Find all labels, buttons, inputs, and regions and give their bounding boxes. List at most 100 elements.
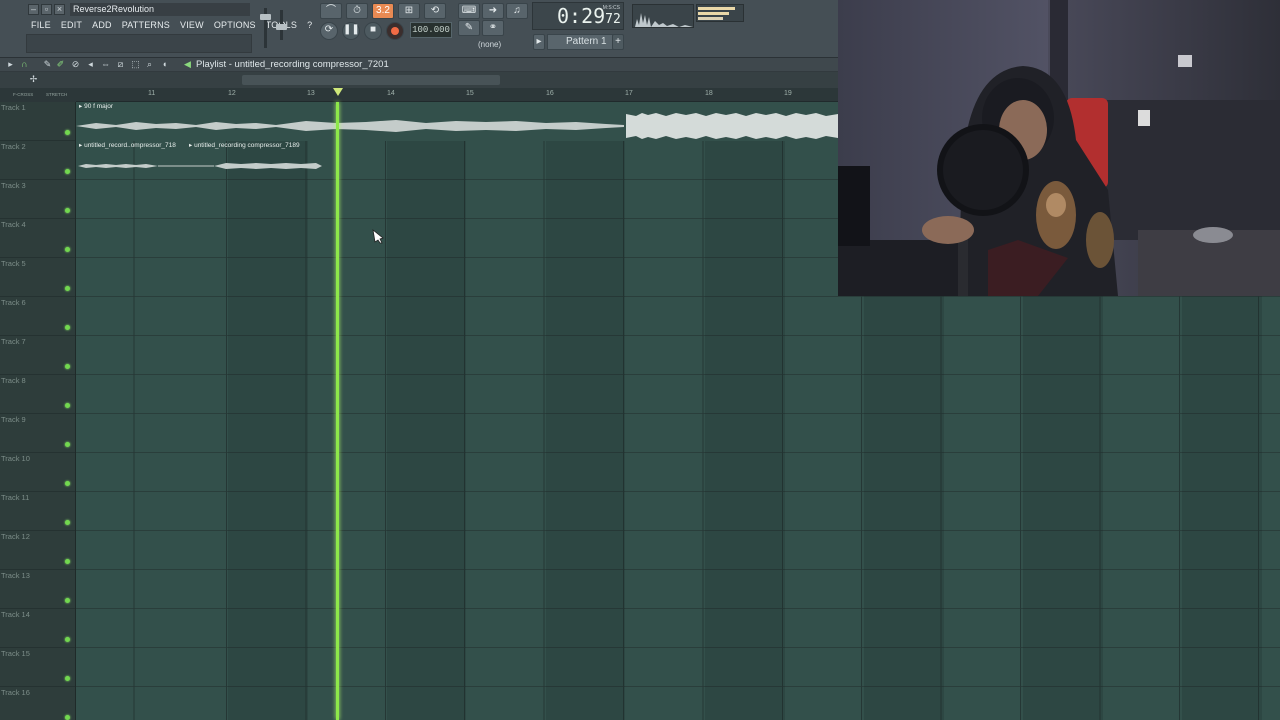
- link-icon[interactable]: ⚭: [482, 20, 504, 36]
- draw-tool-icon[interactable]: ✎: [42, 59, 53, 70]
- track-enable-led-icon[interactable]: [65, 208, 70, 213]
- playlist-arrow-icon[interactable]: ◀: [182, 59, 193, 70]
- track-header[interactable]: Track 15: [0, 648, 75, 687]
- time-unit-label: M:S:CS: [602, 5, 620, 11]
- tempo-display[interactable]: 100.000: [410, 22, 452, 38]
- typing-keyboard-icon[interactable]: ⌨: [458, 3, 480, 19]
- master-pitch-slider[interactable]: [276, 10, 287, 40]
- track-header[interactable]: Track 3: [0, 180, 75, 219]
- zoom-tool-icon[interactable]: ⌕: [144, 59, 155, 70]
- record-button[interactable]: [386, 22, 404, 40]
- track-name: Track 12: [1, 532, 30, 541]
- loop-record-button[interactable]: ⟲: [424, 3, 446, 19]
- delete-tool-icon[interactable]: ⊘: [70, 59, 81, 70]
- track-header[interactable]: Track 6: [0, 297, 75, 336]
- menu-edit[interactable]: EDIT: [56, 18, 87, 32]
- timeline-ruler[interactable]: 11 12 13 14 15 16 17 18 19: [76, 88, 838, 102]
- snap-mode-label[interactable]: (none): [478, 40, 501, 49]
- pencil-icon[interactable]: ✎: [458, 20, 480, 36]
- pattern-song-toggle-icon[interactable]: ⟳: [320, 22, 338, 40]
- select-tool-icon[interactable]: ⬚: [130, 59, 141, 70]
- track-header[interactable]: Track 10: [0, 453, 75, 492]
- magnet-snap-icon[interactable]: ∩: [19, 59, 30, 70]
- track-header[interactable]: Track 13: [0, 570, 75, 609]
- menu-file[interactable]: FILE: [26, 18, 56, 32]
- playlist-titlebar: ▸ ∩ ✎ ✐ ⊘ ◂ ⇔ ⧄ ⬚ ⌕ ◖ ◀ Playlist - untit…: [0, 58, 838, 72]
- cpu-memory-meter: [696, 4, 744, 22]
- bar-number: 14: [387, 90, 395, 97]
- track-header[interactable]: Track 8: [0, 375, 75, 414]
- bell-icon[interactable]: ♫: [506, 3, 528, 19]
- main-menu: FILE EDIT ADD PATTERNS VIEW OPTIONS TOOL…: [26, 18, 317, 32]
- track-header[interactable]: Track 9: [0, 414, 75, 453]
- countdown-button[interactable]: 3.2: [372, 3, 394, 19]
- track-enable-led-icon[interactable]: [65, 598, 70, 603]
- track-enable-led-icon[interactable]: [65, 559, 70, 564]
- track-enable-led-icon[interactable]: [65, 520, 70, 525]
- step-edit-button[interactable]: ⊞: [398, 3, 420, 19]
- playhead-marker-icon[interactable]: [333, 88, 343, 96]
- audio-clip-recording-718[interactable]: ▸ untitled_record..ompressor_718: [76, 141, 186, 180]
- track-enable-led-icon[interactable]: [65, 403, 70, 408]
- slice-tool-icon[interactable]: ⧄: [115, 59, 126, 70]
- playback-tool-icon[interactable]: ◖: [159, 59, 170, 70]
- slip-tool-icon[interactable]: ⇔: [100, 59, 111, 70]
- track-enable-led-icon[interactable]: [65, 676, 70, 681]
- track-enable-led-icon[interactable]: [65, 325, 70, 330]
- track-name: Track 6: [1, 298, 26, 307]
- time-main: 0:29: [557, 4, 606, 28]
- pattern-prev-icon[interactable]: ▸: [533, 34, 545, 50]
- track-header[interactable]: Track 11: [0, 492, 75, 531]
- track-header[interactable]: Track 14: [0, 609, 75, 648]
- minimize-icon[interactable]: –: [28, 4, 39, 15]
- mute-tool-icon[interactable]: ◂: [85, 59, 96, 70]
- track-header[interactable]: Track 5: [0, 258, 75, 297]
- pause-button[interactable]: ❚❚: [342, 22, 360, 40]
- track-enable-led-icon[interactable]: [65, 130, 70, 135]
- track-name: Track 2: [1, 142, 26, 151]
- playlist-menu-arrow-icon[interactable]: ▸: [5, 59, 16, 70]
- crossfade-label[interactable]: F-CROSS: [13, 92, 33, 97]
- zoom-handle-icon[interactable]: ✢: [28, 74, 39, 85]
- master-volume-slider[interactable]: [260, 8, 271, 48]
- horizontal-scrollbar[interactable]: [242, 75, 500, 85]
- audio-clip-recording-7189[interactable]: ▸ untitled_recording compressor_7189: [186, 141, 322, 180]
- menu-options[interactable]: OPTIONS: [209, 18, 261, 32]
- track-enable-led-icon[interactable]: [65, 364, 70, 369]
- menu-help[interactable]: ?: [302, 18, 317, 32]
- restore-icon[interactable]: ▫: [41, 4, 52, 15]
- track-name: Track 16: [1, 688, 30, 697]
- playhead-line[interactable]: [336, 102, 339, 720]
- metronome-button[interactable]: ⌒: [320, 3, 342, 19]
- menu-patterns[interactable]: PATTERNS: [117, 18, 175, 32]
- wait-input-button[interactable]: ⏱: [346, 3, 368, 19]
- track-header[interactable]: Track 1: [0, 102, 75, 141]
- track-enable-led-icon[interactable]: [65, 169, 70, 174]
- arrow-right-icon[interactable]: ➜: [482, 3, 504, 19]
- track-header[interactable]: Track 16: [0, 687, 75, 720]
- pattern-add-icon[interactable]: +: [612, 34, 624, 50]
- track-enable-led-icon[interactable]: [65, 637, 70, 642]
- paint-tool-icon[interactable]: ✐: [55, 59, 66, 70]
- track-enable-led-icon[interactable]: [65, 286, 70, 291]
- audio-clip-90-f-major[interactable]: ▸ 90 f major: [76, 102, 838, 141]
- track-enable-led-icon[interactable]: [65, 715, 70, 720]
- clip-name: untitled_recording compressor_7189: [194, 142, 300, 149]
- playlist-scroll-row: ✢: [0, 72, 838, 88]
- track-name: Track 11: [1, 493, 30, 502]
- track-header[interactable]: Track 4: [0, 219, 75, 258]
- close-icon[interactable]: ×: [54, 4, 65, 15]
- menu-view[interactable]: VIEW: [175, 18, 209, 32]
- track-header[interactable]: Track 2: [0, 141, 75, 180]
- stretch-label[interactable]: STRETCH: [46, 92, 67, 97]
- track-enable-led-icon[interactable]: [65, 442, 70, 447]
- menu-add[interactable]: ADD: [87, 18, 117, 32]
- stop-button[interactable]: ■: [364, 22, 382, 40]
- track-name: Track 8: [1, 376, 26, 385]
- track-enable-led-icon[interactable]: [65, 247, 70, 252]
- time-sub: 72: [605, 12, 621, 27]
- track-header[interactable]: Track 12: [0, 531, 75, 570]
- track-enable-led-icon[interactable]: [65, 481, 70, 486]
- app-window: – ▫ × Reverse2Revolution FILE EDIT ADD P…: [0, 0, 1280, 720]
- track-header[interactable]: Track 7: [0, 336, 75, 375]
